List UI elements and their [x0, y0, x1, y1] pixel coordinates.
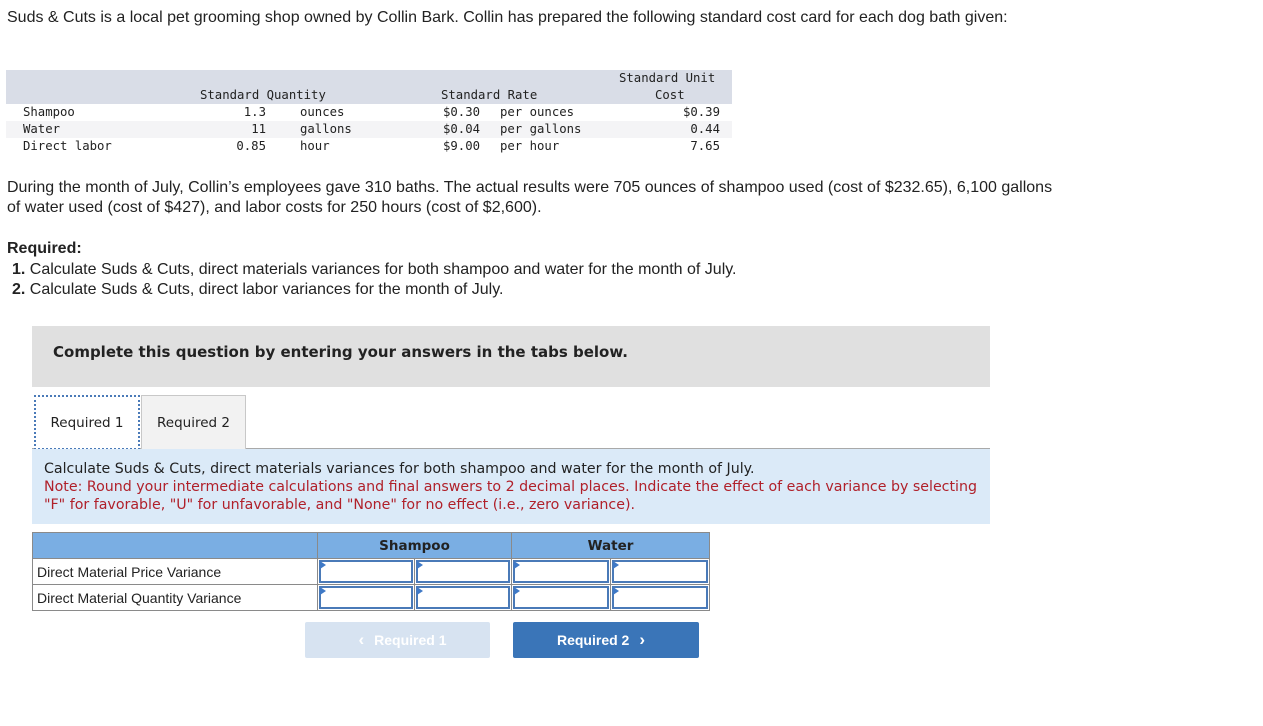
row-qty-unit: hour [300, 139, 330, 153]
required-item-text: Calculate Suds & Cuts, direct labor vari… [25, 281, 504, 298]
row-rate-unit: per gallons [500, 122, 582, 136]
row-rate: $9.00 [443, 139, 481, 153]
cost-card-row: Shampoo 1.3 ounces $0.30 per ounces $0.3… [6, 104, 732, 121]
water-quantity-effect-cell [610, 584, 710, 611]
row-name: Shampoo [23, 105, 75, 119]
shampoo-quantity-effect-cell [414, 584, 512, 611]
tab-required-2[interactable]: Required 2 [141, 395, 246, 449]
row-qty: 11 [251, 122, 266, 136]
row-label: Direct Material Price Variance [32, 558, 318, 585]
shampoo-quantity-amount-input[interactable] [321, 588, 411, 607]
shampoo-price-amount-input[interactable] [321, 562, 411, 581]
required-item-number: 1. [12, 261, 26, 278]
prev-required-button[interactable]: ‹ Required 1 [305, 622, 490, 658]
next-button-label: Required 2 [556, 632, 630, 648]
row-cost: 0.44 [690, 122, 720, 136]
tab-required-1[interactable]: Required 1 [34, 395, 140, 450]
header-standard-unit-cost: Standard Unit [619, 71, 716, 85]
row-qty-unit: ounces [300, 105, 345, 119]
row-name: Water [23, 122, 61, 136]
instructions-banner: Complete this question by entering your … [32, 326, 990, 387]
standard-cost-card: Standard Quantity Standard Rate Standard… [6, 70, 732, 155]
instruction-note: Note: Round your intermediate calculatio… [44, 479, 977, 513]
row-rate-unit: per ounces [500, 105, 575, 119]
water-quantity-amount-cell [511, 584, 611, 611]
required-item-text: Calculate Suds & Cuts, direct materials … [25, 261, 737, 278]
next-required-button[interactable]: Required 2 › [513, 622, 699, 658]
row-cost: $0.39 [682, 105, 720, 119]
answer-table-header: Shampoo Water [32, 532, 710, 559]
header-standard-quantity: Standard Quantity [200, 88, 326, 102]
water-quantity-effect-select[interactable] [614, 588, 706, 607]
required-item: 1. Calculate Suds & Cuts, direct materia… [12, 260, 737, 280]
row-rate: $0.30 [443, 105, 481, 119]
row-cost: 7.65 [690, 139, 720, 153]
tab-instructions: Calculate Suds & Cuts, direct materials … [32, 449, 990, 524]
water-price-effect-select[interactable] [614, 562, 706, 581]
shampoo-quantity-effect-select[interactable] [418, 588, 508, 607]
row-name: Direct labor [23, 139, 112, 153]
water-price-effect-cell [610, 558, 710, 585]
actual-results-paragraph: During the month of July, Collin’s emplo… [7, 179, 1053, 216]
row-rate-unit: per hour [500, 139, 560, 153]
water-quantity-amount-input[interactable] [515, 588, 607, 607]
required-heading: Required: [7, 240, 82, 257]
water-price-amount-input[interactable] [515, 562, 607, 581]
required-item-number: 2. [12, 281, 26, 298]
shampoo-price-amount-cell [317, 558, 415, 585]
cost-card-row: Water 11 gallons $0.04 per gallons 0.44 [6, 121, 732, 138]
required-item: 2. Calculate Suds & Cuts, direct labor v… [12, 280, 737, 300]
chevron-left-icon: ‹ [358, 630, 365, 649]
instruction-text: Calculate Suds & Cuts, direct materials … [44, 461, 755, 477]
chevron-right-icon: › [639, 630, 646, 649]
row-qty: 1.3 [243, 105, 266, 119]
header-water: Water [511, 532, 710, 559]
shampoo-price-effect-select[interactable] [418, 562, 508, 581]
required-list: 1. Calculate Suds & Cuts, direct materia… [12, 260, 737, 300]
problem-intro: Suds & Cuts is a local pet grooming shop… [7, 9, 1008, 26]
table-row: Direct Material Price Variance [32, 558, 710, 585]
cost-card-header: Standard Quantity Standard Rate Standard… [6, 70, 732, 104]
answer-table: Shampoo Water Direct Material Price Vari… [32, 532, 710, 611]
shampoo-quantity-amount-cell [317, 584, 415, 611]
header-standard-rate: Standard Rate [441, 88, 538, 102]
row-qty: 0.85 [236, 139, 266, 153]
row-qty-unit: gallons [300, 122, 352, 136]
header-blank [32, 532, 318, 559]
row-label: Direct Material Quantity Variance [32, 584, 318, 611]
row-rate: $0.04 [443, 122, 481, 136]
cost-card-row: Direct labor 0.85 hour $9.00 per hour 7.… [6, 138, 732, 155]
header-shampoo: Shampoo [317, 532, 512, 559]
banner-text: Complete this question by entering your … [53, 343, 628, 361]
water-price-amount-cell [511, 558, 611, 585]
table-row: Direct Material Quantity Variance [32, 584, 710, 611]
prev-button-label: Required 1 [374, 632, 447, 648]
header-standard-unit-cost-2: Cost [655, 88, 685, 102]
tab-bar: Required 1 Required 2 [32, 394, 990, 450]
shampoo-price-effect-cell [414, 558, 512, 585]
